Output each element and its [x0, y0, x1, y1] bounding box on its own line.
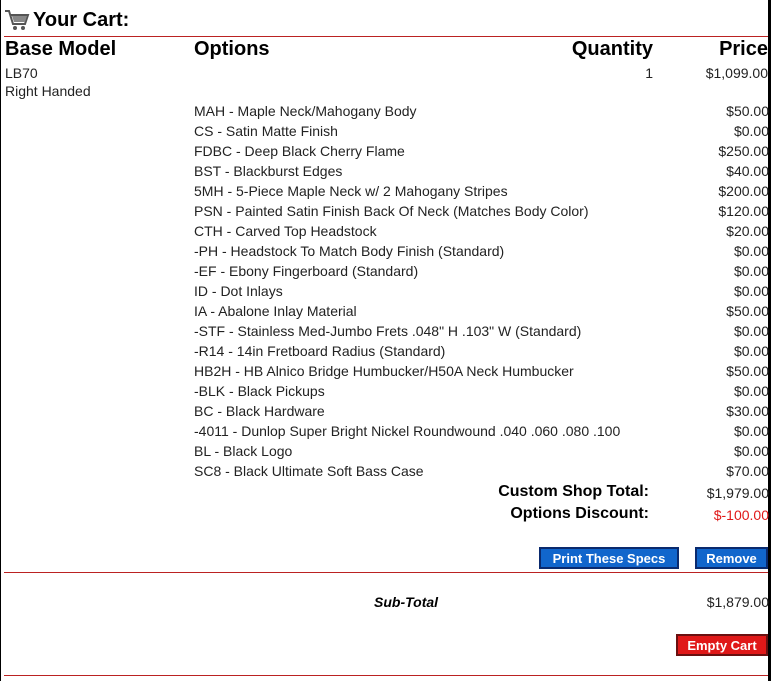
option-name: BC - Black Hardware: [194, 403, 325, 419]
option-name: IA - Abalone Inlay Material: [194, 303, 357, 319]
column-header-options: Options: [194, 38, 270, 60]
option-price: $30.00: [726, 403, 769, 419]
header-divider: [4, 36, 768, 37]
option-price: $0.00: [733, 283, 769, 299]
option-price: $0.00: [733, 443, 769, 459]
option-price: $0.00: [733, 343, 769, 359]
option-name: FDBC - Deep Black Cherry Flame: [194, 143, 405, 159]
option-name: CTH - Carved Top Headstock: [194, 223, 377, 239]
subtotal-value: $1,879.00: [706, 594, 769, 610]
option-name: -R14 - 14in Fretboard Radius (Standard): [194, 343, 446, 359]
remove-button[interactable]: Remove: [695, 547, 768, 569]
column-header-quantity: Quantity: [571, 38, 653, 60]
option-price: $20.00: [726, 223, 769, 239]
option-name: -EF - Ebony Fingerboard (Standard): [194, 263, 419, 279]
option-name: -PH - Headstock To Match Body Finish (St…: [194, 243, 505, 259]
option-price: $40.00: [726, 163, 769, 179]
option-price: $50.00: [726, 103, 769, 119]
option-price: $0.00: [733, 123, 769, 139]
option-name: HB2H - HB Alnico Bridge Humbucker/H50A N…: [194, 363, 574, 379]
shopping-cart-icon: [4, 9, 30, 31]
subtotal-label: Sub-Total: [374, 594, 439, 610]
option-price: $70.00: [726, 463, 769, 479]
option-name: -STF - Stainless Med-Jumbo Frets .048" H…: [194, 323, 582, 339]
column-header-base-model: Base Model: [5, 38, 117, 60]
item-handedness: Right Handed: [5, 83, 91, 99]
option-price: $0.00: [733, 263, 769, 279]
column-header-price: Price: [719, 38, 768, 60]
subtotal-divider: [4, 572, 768, 573]
option-name: ID - Dot Inlays: [194, 283, 283, 299]
options-discount-label: Options Discount:: [510, 505, 649, 522]
page-title: Your Cart:: [33, 8, 130, 31]
empty-cart-button[interactable]: Empty Cart: [676, 634, 768, 656]
option-name: SC8 - Black Ultimate Soft Bass Case: [194, 463, 424, 479]
item-model: LB70: [5, 65, 38, 81]
option-price: $50.00: [726, 303, 769, 319]
option-name: BL - Black Logo: [194, 443, 293, 459]
option-name: CS - Satin Matte Finish: [194, 123, 338, 139]
print-specs-button[interactable]: Print These Specs: [539, 547, 679, 569]
item-quantity: 1: [645, 65, 653, 81]
option-price: $0.00: [733, 323, 769, 339]
options-discount-value: $-100.00: [713, 507, 769, 523]
option-price: $120.00: [718, 203, 769, 219]
custom-shop-total-value: $1,979.00: [706, 485, 769, 501]
cart-header: Your Cart:: [4, 7, 129, 33]
option-name: -4011 - Dunlop Super Bright Nickel Round…: [194, 423, 621, 439]
footer-divider: [4, 675, 768, 676]
custom-shop-total-label: Custom Shop Total:: [498, 483, 649, 500]
option-price: $0.00: [733, 383, 769, 399]
option-price: $0.00: [733, 243, 769, 259]
option-name: PSN - Painted Satin Finish Back Of Neck …: [194, 203, 589, 219]
item-price: $1,099.00: [705, 65, 768, 81]
option-price: $0.00: [733, 423, 769, 439]
option-name: -BLK - Black Pickups: [194, 383, 325, 399]
option-price: $250.00: [718, 143, 769, 159]
option-name: 5MH - 5-Piece Maple Neck w/ 2 Mahogany S…: [194, 183, 508, 199]
option-name: MAH - Maple Neck/Mahogany Body: [194, 103, 417, 119]
option-price: $200.00: [718, 183, 769, 199]
option-name: BST - Blackburst Edges: [194, 163, 343, 179]
option-price: $50.00: [726, 363, 769, 379]
